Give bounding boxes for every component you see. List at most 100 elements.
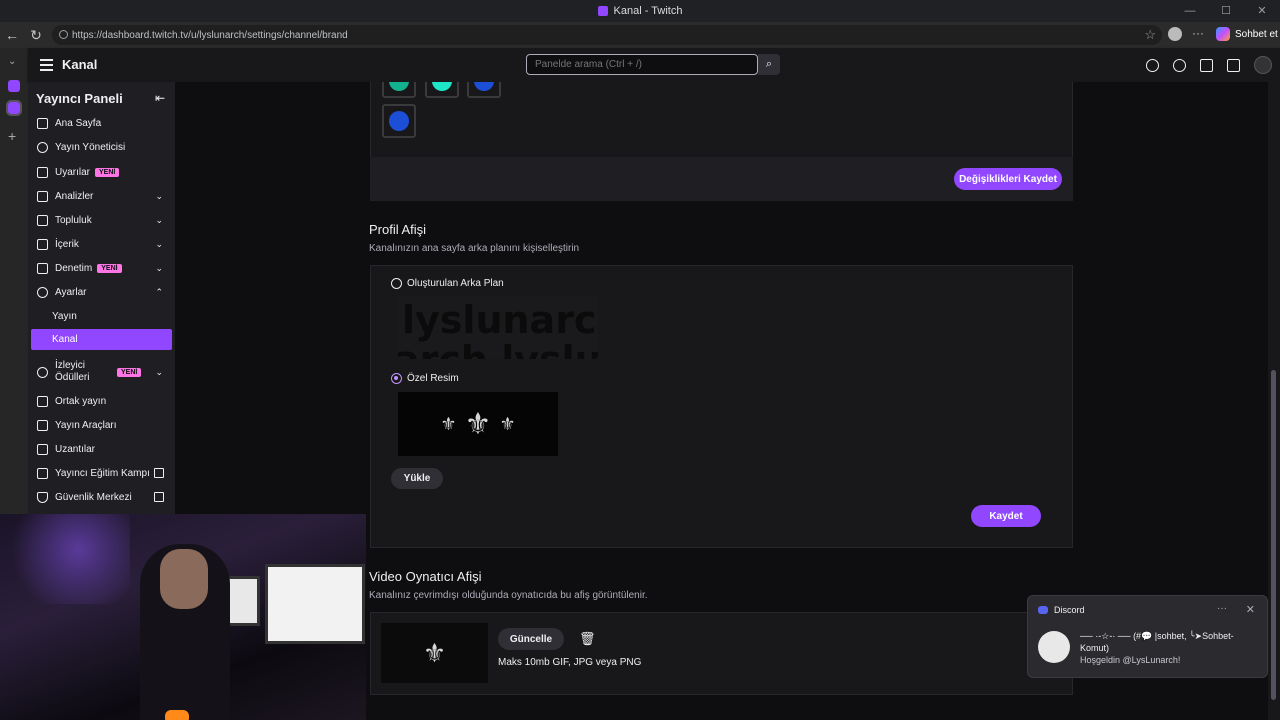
sidebar-item-label: Topluluk [55, 214, 92, 226]
page-title: Kanal [62, 57, 98, 72]
new-tab-icon[interactable]: + [8, 128, 16, 144]
smile-icon [37, 366, 48, 378]
search-button[interactable]: ⌕ [758, 54, 780, 75]
sidebar-item-label: İçerik [55, 238, 79, 250]
sidebar-item-label: Uyarılar [55, 166, 91, 178]
generated-background-preview: lyslunarc arch lyslu [398, 296, 598, 359]
twitch-tab-icon[interactable] [8, 80, 20, 92]
save-button[interactable]: Kaydet [971, 505, 1041, 527]
scrollbar-thumb[interactable] [1271, 370, 1276, 700]
chevron-down-icon[interactable]: ⌄ [8, 56, 16, 67]
discord-notification[interactable]: Discord ··· ✕ ── ·-☆-· ── (#💬 |sohbet, ╰… [1027, 595, 1268, 678]
update-button[interactable]: Güncelle [498, 628, 564, 650]
close-window-button[interactable]: ✕ [1244, 0, 1280, 22]
color-swatch[interactable] [382, 82, 416, 98]
sidebar-subitem-stream[interactable]: Yayın [31, 306, 172, 327]
content-icon [37, 238, 48, 250]
trash-icon[interactable]: 🗑 [579, 631, 596, 647]
gear-icon [37, 286, 48, 298]
sidebar-item-extensions[interactable]: Uzantılar [31, 438, 172, 460]
save-changes-button[interactable]: Değişiklikleri Kaydet [954, 168, 1062, 190]
swatch-dot [474, 82, 494, 91]
book-icon [37, 467, 48, 479]
menu-icon[interactable] [34, 54, 58, 76]
browser-menu-icon[interactable]: ··· [1192, 26, 1204, 40]
help-icon[interactable] [1146, 58, 1159, 72]
search-input[interactable] [526, 54, 758, 75]
swatch-dot [432, 82, 452, 91]
sidebar-item-stream-tools[interactable]: Yayın Araçları [31, 414, 172, 436]
sidebar-item-settings[interactable]: Ayarlar ⌃ [31, 281, 172, 303]
url-text: https://dashboard.twitch.tv/u/lyslunarch… [72, 29, 348, 41]
background-light [0, 514, 130, 604]
browser-profile-avatar[interactable] [1168, 27, 1182, 41]
more-options-icon[interactable]: ··· [1217, 603, 1227, 614]
site-info-icon[interactable] [59, 30, 68, 39]
address-bar[interactable]: https://dashboard.twitch.tv/u/lyslunarch… [52, 25, 1162, 45]
reload-icon[interactable]: ↻ [24, 27, 48, 44]
external-link-icon [154, 468, 164, 478]
browser-toolbar: ← ↻ https://dashboard.twitch.tv/u/lyslun… [0, 22, 1280, 48]
main-scrollbar[interactable] [1268, 82, 1280, 720]
upload-button[interactable]: Yükle [391, 468, 443, 489]
collapse-sidebar-icon[interactable]: ⇤ [155, 91, 165, 105]
discord-icon [1038, 606, 1048, 614]
sidebar-item-label: Ayarlar [55, 286, 87, 298]
favorite-star-icon[interactable]: ☆ [1144, 27, 1156, 43]
mail-icon[interactable] [1200, 58, 1213, 72]
new-badge: YENİ [97, 263, 122, 273]
swatch-dot [389, 111, 409, 131]
face [160, 549, 208, 609]
close-icon[interactable]: ✕ [1246, 603, 1255, 616]
color-swatch[interactable] [467, 82, 501, 98]
fleur-de-lis-icon: ⚜ [422, 637, 447, 668]
chevron-down-icon: ⌄ [155, 262, 163, 273]
chevron-down-icon: ⌄ [155, 238, 163, 249]
puzzle-icon [37, 443, 48, 455]
swatch-dot [389, 82, 409, 91]
sidebar-item-moderation[interactable]: Denetim YENİ ⌄ [31, 257, 172, 279]
sidebar-item-label: İzleyici Ödülleri [55, 360, 90, 383]
sidebar-item-community[interactable]: Topluluk ⌄ [31, 209, 172, 231]
minimize-button[interactable]: — [1172, 0, 1208, 22]
whispers-icon[interactable] [1227, 58, 1240, 72]
sidebar-item-label: Kanal [52, 334, 78, 345]
sidebar-item-safety-center[interactable]: Güvenlik Merkezi [31, 486, 172, 508]
sidebar-item-label: Ana Sayfa [55, 117, 102, 129]
twitch-active-tab-icon[interactable] [6, 100, 22, 116]
sidebar-item-content[interactable]: İçerik ⌄ [31, 233, 172, 255]
chevron-down-icon: ⌄ [155, 190, 163, 201]
sidebar-item-label: Yayın [52, 311, 77, 322]
window-controls: — ☐ ✕ [1172, 0, 1280, 22]
custom-banner-image: ⚜ ⚜ ⚜ [398, 392, 558, 456]
sidebar-item-home[interactable]: Ana Sayfa [31, 112, 172, 134]
back-icon[interactable]: ← [0, 27, 24, 43]
sidebar-item-creator-camp[interactable]: Yayıncı Eğitim Kampı [31, 462, 172, 484]
profile-banner-title: Profil Afişi [369, 222, 427, 237]
sidebar-subitem-channel[interactable]: Kanal [31, 329, 172, 350]
sidebar-item-label: Güvenlik Merkezi [55, 491, 132, 503]
sparkle-icon[interactable] [1173, 58, 1186, 72]
generated-background-radio[interactable] [391, 278, 402, 289]
chevron-down-icon: ⌄ [155, 366, 163, 377]
sidebar-item-viewer-rewards[interactable]: İzleyici Ödülleri YENİ ⌄ [31, 358, 172, 386]
sidebar-item-alerts[interactable]: Uyarılar YENİ [31, 161, 172, 183]
profile-banner-description: Kanalınızın ana sayfa arka planını kişis… [369, 243, 580, 254]
sidebar-item-analytics[interactable]: Analizler ⌄ [31, 185, 172, 207]
user-avatar[interactable] [1254, 56, 1272, 74]
webcam-overlay [0, 514, 366, 720]
maximize-button[interactable]: ☐ [1208, 0, 1244, 22]
new-badge: YENİ [95, 167, 120, 177]
custom-image-radio[interactable] [391, 373, 402, 384]
tools-icon [37, 419, 48, 431]
sidebar-item-collab[interactable]: Ortak yayın [31, 390, 172, 412]
video-banner-info: Maks 10mb GIF, JPG veya PNG [498, 657, 642, 668]
copilot-button[interactable]: Sohbet et [1216, 25, 1278, 43]
dashboard-top-nav: Kanal ⌕ [28, 48, 1280, 82]
color-swatch[interactable] [382, 104, 416, 138]
color-swatch[interactable] [425, 82, 459, 98]
window-title-bar: Kanal - Twitch — ☐ ✕ [0, 0, 1280, 22]
sidebar-item-stream-manager[interactable]: Yayın Yöneticisi [31, 136, 172, 158]
copilot-icon [1216, 27, 1230, 41]
search-icon: ⌕ [765, 58, 773, 70]
